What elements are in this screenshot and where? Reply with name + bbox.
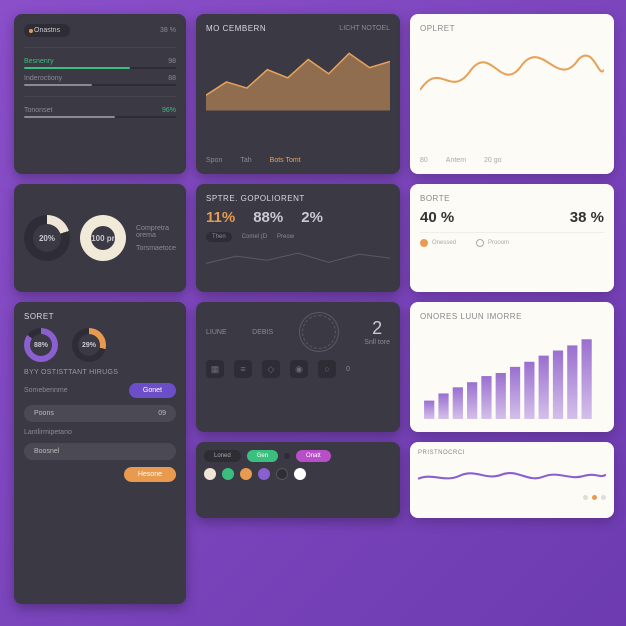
wave-card: PRISTNOCRCI bbox=[410, 442, 614, 518]
input-field-1[interactable]: Poons 09 bbox=[24, 405, 176, 422]
card-title: PRISTNOCRCI bbox=[418, 450, 606, 456]
swatch-white[interactable] bbox=[294, 468, 306, 480]
input-label: Poons bbox=[34, 410, 54, 417]
stat-label: 80 bbox=[420, 157, 428, 164]
card-title: OPLRET bbox=[420, 24, 604, 33]
card-title: BORTE bbox=[420, 194, 604, 203]
radio-option-1[interactable]: Onessed bbox=[420, 239, 456, 247]
percent-value: 2% bbox=[301, 209, 323, 226]
card-title: SPTRE. GOPOLIORENT bbox=[206, 194, 390, 203]
stat-label: 20 go bbox=[484, 157, 502, 164]
borte-card: BORTE 40 % 38 % Onessed Prooom bbox=[410, 184, 614, 292]
swatch-orange[interactable] bbox=[240, 468, 252, 480]
line-debs-card: LIUNE DEBIS 2 Snll tore ▦ ≡ ◇ ◉ ○ 0 bbox=[196, 302, 400, 432]
metric-value: 96% bbox=[162, 107, 176, 114]
header-label: LIUNE bbox=[206, 329, 227, 336]
percent-value: 38 % bbox=[570, 209, 604, 226]
purple-button[interactable]: Gonet bbox=[129, 383, 176, 398]
wave-chart bbox=[418, 460, 606, 491]
percent-value: 11% bbox=[206, 209, 235, 226]
percent-value: 88% bbox=[253, 209, 283, 226]
radio-option-2[interactable]: Prooom bbox=[476, 239, 509, 247]
card-title: ONORES LUUN IMORRE bbox=[420, 312, 604, 321]
percent-card: SPTRE. GOPOLIORENT 11% 88% 2% Then Comel… bbox=[196, 184, 400, 292]
stat-label: Antem bbox=[446, 157, 466, 164]
header-label: DEBIS bbox=[252, 329, 273, 336]
area-chart-card: MO CEMBERN LICHT NOTOEL Spon Tah Bots Tom… bbox=[196, 14, 400, 174]
list-icon[interactable]: ≡ bbox=[234, 360, 252, 378]
donut-value: 29% bbox=[78, 334, 100, 356]
donut-value: 88% bbox=[30, 334, 52, 356]
pin-icon[interactable]: ◉ bbox=[290, 360, 308, 378]
controls-card: Loned Gen Onatt bbox=[196, 442, 400, 518]
mini-donut-2: 29% bbox=[72, 328, 106, 362]
metric-2: Inderoctiony 88 bbox=[24, 75, 176, 86]
pager-dot[interactable] bbox=[601, 495, 606, 500]
form-label: Lantlirmipetano bbox=[24, 429, 176, 436]
magenta-button[interactable]: Onatt bbox=[296, 450, 331, 462]
circle-icon[interactable]: ○ bbox=[318, 360, 336, 378]
area-chart bbox=[206, 39, 390, 111]
dark-button[interactable]: Loned bbox=[204, 450, 241, 462]
chip-label: Preow bbox=[277, 234, 294, 240]
percent-value: 40 % bbox=[420, 209, 454, 226]
metric-label: Inderoctiony bbox=[24, 75, 62, 82]
card-title: SORET bbox=[24, 312, 176, 321]
metric-1: Besnenry 98 bbox=[24, 58, 176, 69]
line-chart bbox=[420, 39, 604, 121]
input-value: 09 bbox=[158, 410, 166, 417]
bar-chart-card: ONORES LUUN IMORRE bbox=[410, 302, 614, 432]
donut-card: 20% 100 pr Compretra orema Torsmaetoce bbox=[14, 184, 186, 292]
donut-value: 100 pr bbox=[91, 226, 115, 250]
green-button[interactable]: Gen bbox=[247, 450, 278, 462]
progress-ring bbox=[299, 312, 339, 352]
section-title: BYY OSTISTTANT HIRUGS bbox=[24, 369, 176, 376]
pager-dot-active[interactable] bbox=[592, 495, 597, 500]
percent-label: 38 % bbox=[160, 27, 176, 34]
card-subtitle: LICHT NOTOEL bbox=[339, 25, 390, 32]
orange-button[interactable]: Hesone bbox=[124, 467, 176, 482]
swatch-purple[interactable] bbox=[258, 468, 270, 480]
diamond-icon[interactable]: ◇ bbox=[262, 360, 280, 378]
stat-label: Tah bbox=[240, 157, 251, 164]
grid-icon[interactable]: ▦ bbox=[206, 360, 224, 378]
form-label: Somebennme bbox=[24, 387, 68, 394]
bar-chart bbox=[420, 327, 604, 419]
donut-1: 20% bbox=[24, 215, 70, 261]
line-chart-card: OPLRET 80 Antem 20 go bbox=[410, 14, 614, 174]
donut-value: 20% bbox=[33, 224, 61, 252]
chip[interactable]: Then bbox=[206, 232, 232, 242]
metric-3: Tononset 96% bbox=[24, 107, 176, 118]
stat-label: Bots Tomt bbox=[270, 157, 301, 164]
swatch-cream[interactable] bbox=[204, 468, 216, 480]
sparkline bbox=[206, 248, 390, 268]
tab-label: Onastns bbox=[34, 27, 60, 34]
caption: Torsmaetoce bbox=[136, 245, 176, 252]
donut-2: 100 pr bbox=[80, 215, 126, 261]
sidebar-metrics-card: Onastns 38 % Besnenry 98 Inderoctiony 88 T… bbox=[14, 14, 186, 174]
metric-label: Besnenry bbox=[24, 58, 54, 65]
pager-dot[interactable] bbox=[583, 495, 588, 500]
metric-value: 98 bbox=[168, 58, 176, 65]
stat-label: Spon bbox=[206, 157, 222, 164]
small-button[interactable] bbox=[284, 453, 290, 459]
input-field-2[interactable]: Boosnel bbox=[24, 443, 176, 460]
big-number: 2 bbox=[364, 318, 390, 339]
big-label: Snll tore bbox=[364, 339, 390, 346]
caption: Compretra orema bbox=[136, 225, 176, 239]
metric-value: 88 bbox=[168, 75, 176, 82]
radio-label: Onessed bbox=[432, 240, 456, 246]
radio-label: Prooom bbox=[488, 240, 509, 246]
soret-form-card: SORET 88% 29% BYY OSTISTTANT HIRUGS Some… bbox=[14, 302, 186, 604]
input-label: Boosnel bbox=[34, 448, 59, 455]
swatch-green[interactable] bbox=[222, 468, 234, 480]
tab-pill[interactable]: Onastns bbox=[24, 24, 70, 37]
card-title: MO CEMBERN bbox=[206, 24, 266, 33]
swatch-dark[interactable] bbox=[276, 468, 288, 480]
chip-label: Comel (D bbox=[242, 234, 267, 240]
mini-donut-1: 88% bbox=[24, 328, 58, 362]
metric-label: Tononset bbox=[24, 107, 52, 114]
